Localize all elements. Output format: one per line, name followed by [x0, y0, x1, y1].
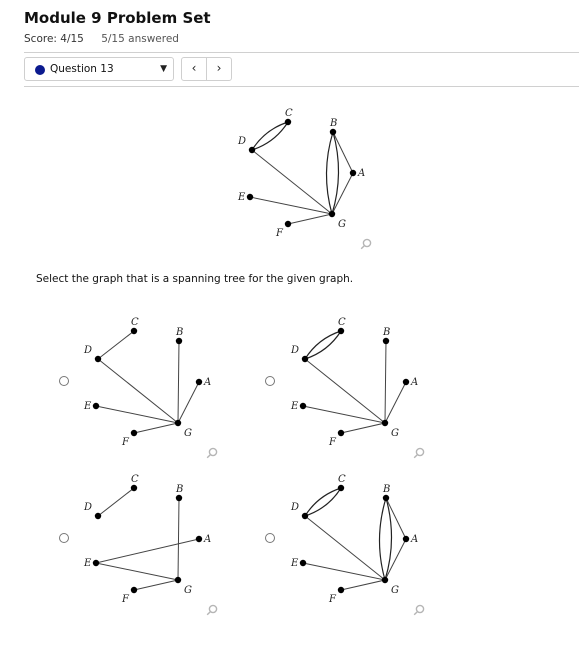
- edge-B-A: [385, 497, 407, 540]
- answer-option-4-graph: C D B A E F G: [290, 474, 425, 616]
- vertex-label-g: G: [391, 585, 399, 596]
- vertex-f: [337, 586, 345, 594]
- vertex-c: [337, 484, 345, 492]
- edge-A-G: [384, 538, 407, 581]
- vertex-label-d: D: [290, 502, 299, 513]
- vertex-label-b: B: [382, 484, 390, 495]
- edge-F-G: [340, 579, 386, 591]
- magnifier-icon[interactable]: [413, 604, 425, 616]
- edge-D-G: [304, 515, 386, 581]
- edge-B-G-1: [378, 497, 387, 581]
- edge-E-G: [302, 562, 386, 581]
- vertex-g: [381, 576, 389, 584]
- vertex-label-c: C: [338, 474, 346, 485]
- vertex-label-a: A: [410, 534, 418, 545]
- vertex-d: [301, 512, 309, 520]
- vertex-e: [299, 559, 307, 567]
- edge-C-D-1: [304, 487, 342, 517]
- vertex-b: [382, 494, 390, 502]
- vertex-label-f: F: [328, 594, 337, 605]
- vertex-label-e: E: [290, 558, 299, 569]
- vertex-a: [402, 535, 410, 543]
- edge-C-D-2: [304, 487, 342, 517]
- edge-B-G-2: [384, 497, 393, 581]
